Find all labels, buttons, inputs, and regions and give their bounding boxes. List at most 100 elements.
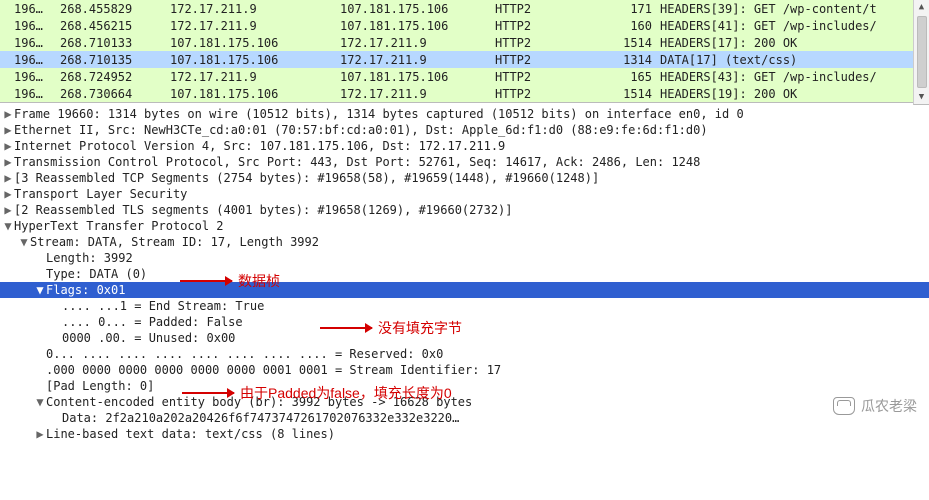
tree-row[interactable]: ▼Flags: 0x01	[0, 282, 929, 298]
tree-text: Ethernet II, Src: NewH3CTe_cd:a0:01 (70:…	[14, 123, 708, 137]
packet-row[interactable]: 196…268.455829172.17.211.9107.181.175.10…	[0, 0, 929, 17]
packet-row[interactable]: 196…268.724952172.17.211.9107.181.175.10…	[0, 68, 929, 85]
wechat-icon	[833, 397, 855, 415]
cell-time: 268.710133	[60, 36, 170, 50]
cell-dst: 107.181.175.106	[340, 2, 495, 16]
cell-len: 160	[605, 19, 660, 33]
cell-no: 196…	[0, 53, 60, 67]
chevron-right-icon[interactable]: ▶	[2, 107, 14, 121]
watermark: 瓜农老梁	[833, 396, 917, 416]
tree-row[interactable]: Data: 2f2a210a202a20426f6f74737472617020…	[0, 410, 929, 426]
tree-text: Internet Protocol Version 4, Src: 107.18…	[14, 139, 505, 153]
chevron-right-icon[interactable]: ▶	[2, 171, 14, 185]
cell-time: 268.724952	[60, 70, 170, 84]
cell-len: 1314	[605, 53, 660, 67]
cell-src: 172.17.211.9	[170, 19, 340, 33]
chevron-right-icon[interactable]: ▶	[2, 187, 14, 201]
tree-row[interactable]: ▶[3 Reassembled TCP Segments (2754 bytes…	[0, 170, 929, 186]
cell-dst: 172.17.211.9	[340, 36, 495, 50]
chevron-right-icon[interactable]: ▶	[2, 123, 14, 137]
cell-time: 268.730664	[60, 87, 170, 101]
tree-spacer	[34, 251, 46, 265]
cell-info: HEADERS[39]: GET /wp-content/t	[660, 2, 929, 16]
chevron-right-icon[interactable]: ▶	[34, 427, 46, 441]
packet-list[interactable]: 196…268.455829172.17.211.9107.181.175.10…	[0, 0, 929, 103]
tree-text: 0000 .00. = Unused: 0x00	[62, 331, 235, 345]
cell-no: 196…	[0, 19, 60, 33]
tree-row[interactable]: Length: 3992	[0, 250, 929, 266]
tree-row[interactable]: .000 0000 0000 0000 0000 0000 0001 0001 …	[0, 362, 929, 378]
tree-row[interactable]: 0000 .00. = Unused: 0x00	[0, 330, 929, 346]
tree-text: Length: 3992	[46, 251, 133, 265]
tree-text: HyperText Transfer Protocol 2	[14, 219, 224, 233]
chevron-right-icon[interactable]: ▶	[2, 155, 14, 169]
tree-row[interactable]: ▶Line-based text data: text/css (8 lines…	[0, 426, 929, 442]
scroll-down-icon[interactable]: ▼	[915, 90, 929, 104]
packet-row[interactable]: 196…268.710135107.181.175.106172.17.211.…	[0, 51, 929, 68]
scroll-up-icon[interactable]: ▲	[915, 0, 929, 14]
cell-proto: HTTP2	[495, 19, 605, 33]
tree-spacer	[50, 331, 62, 345]
chevron-down-icon[interactable]: ▼	[34, 283, 46, 297]
chevron-down-icon[interactable]: ▼	[2, 219, 14, 233]
tree-text: Type: DATA (0)	[46, 267, 147, 281]
chevron-down-icon[interactable]: ▼	[34, 395, 46, 409]
tree-text: .... ...1 = End Stream: True	[62, 299, 264, 313]
tree-spacer	[34, 347, 46, 361]
tree-row[interactable]: ▶Internet Protocol Version 4, Src: 107.1…	[0, 138, 929, 154]
tree-row[interactable]: .... ...1 = End Stream: True	[0, 298, 929, 314]
packet-list-scrollbar[interactable]: ▲ ▼	[913, 0, 929, 105]
chevron-down-icon[interactable]: ▼	[18, 235, 30, 249]
tree-text: Transmission Control Protocol, Src Port:…	[14, 155, 700, 169]
cell-time: 268.455829	[60, 2, 170, 16]
tree-row[interactable]: ▼Content-encoded entity body (br): 3992 …	[0, 394, 929, 410]
tree-row[interactable]: ▶Transmission Control Protocol, Src Port…	[0, 154, 929, 170]
tree-row[interactable]: ▶Transport Layer Security	[0, 186, 929, 202]
tree-row[interactable]: Type: DATA (0)	[0, 266, 929, 282]
cell-no: 196…	[0, 2, 60, 16]
tree-row[interactable]: ▶Frame 19660: 1314 bytes on wire (10512 …	[0, 106, 929, 122]
chevron-right-icon[interactable]: ▶	[2, 203, 14, 217]
scroll-thumb[interactable]	[917, 16, 927, 88]
cell-dst: 172.17.211.9	[340, 87, 495, 101]
packet-row[interactable]: 196…268.730664107.181.175.106172.17.211.…	[0, 85, 929, 102]
tree-row[interactable]: 0... .... .... .... .... .... .... .... …	[0, 346, 929, 362]
tree-spacer	[50, 411, 62, 425]
cell-info: HEADERS[43]: GET /wp-includes/	[660, 70, 929, 84]
cell-dst: 172.17.211.9	[340, 53, 495, 67]
tree-text: Line-based text data: text/css (8 lines)	[46, 427, 335, 441]
cell-dst: 107.181.175.106	[340, 70, 495, 84]
tree-row[interactable]: [Pad Length: 0]	[0, 378, 929, 394]
tree-spacer	[50, 299, 62, 313]
cell-no: 196…	[0, 70, 60, 84]
cell-src: 107.181.175.106	[170, 36, 340, 50]
cell-proto: HTTP2	[495, 87, 605, 101]
packet-row[interactable]: 196…268.456215172.17.211.9107.181.175.10…	[0, 17, 929, 34]
tree-row[interactable]: ▼HyperText Transfer Protocol 2	[0, 218, 929, 234]
cell-no: 196…	[0, 87, 60, 101]
tree-text: .... 0... = Padded: False	[62, 315, 243, 329]
tree-text: Frame 19660: 1314 bytes on wire (10512 b…	[14, 107, 744, 121]
chevron-right-icon[interactable]: ▶	[2, 139, 14, 153]
cell-len: 1514	[605, 87, 660, 101]
cell-len: 165	[605, 70, 660, 84]
cell-src: 172.17.211.9	[170, 2, 340, 16]
tree-text: Content-encoded entity body (br): 3992 b…	[46, 395, 472, 409]
cell-proto: HTTP2	[495, 53, 605, 67]
cell-dst: 107.181.175.106	[340, 19, 495, 33]
tree-text: Data: 2f2a210a202a20426f6f74737472617020…	[62, 411, 459, 425]
cell-info: HEADERS[41]: GET /wp-includes/	[660, 19, 929, 33]
packet-row[interactable]: 196…268.710133107.181.175.106172.17.211.…	[0, 34, 929, 51]
tree-row[interactable]: .... 0... = Padded: False	[0, 314, 929, 330]
tree-row[interactable]: ▶[2 Reassembled TLS segments (4001 bytes…	[0, 202, 929, 218]
cell-src: 107.181.175.106	[170, 53, 340, 67]
cell-len: 1514	[605, 36, 660, 50]
tree-row[interactable]: ▶Ethernet II, Src: NewH3CTe_cd:a0:01 (70…	[0, 122, 929, 138]
cell-proto: HTTP2	[495, 70, 605, 84]
cell-src: 172.17.211.9	[170, 70, 340, 84]
cell-proto: HTTP2	[495, 36, 605, 50]
cell-info: HEADERS[19]: 200 OK	[660, 87, 929, 101]
tree-row[interactable]: ▼Stream: DATA, Stream ID: 17, Length 399…	[0, 234, 929, 250]
tree-text: [3 Reassembled TCP Segments (2754 bytes)…	[14, 171, 599, 185]
packet-details[interactable]: ▶Frame 19660: 1314 bytes on wire (10512 …	[0, 103, 929, 442]
